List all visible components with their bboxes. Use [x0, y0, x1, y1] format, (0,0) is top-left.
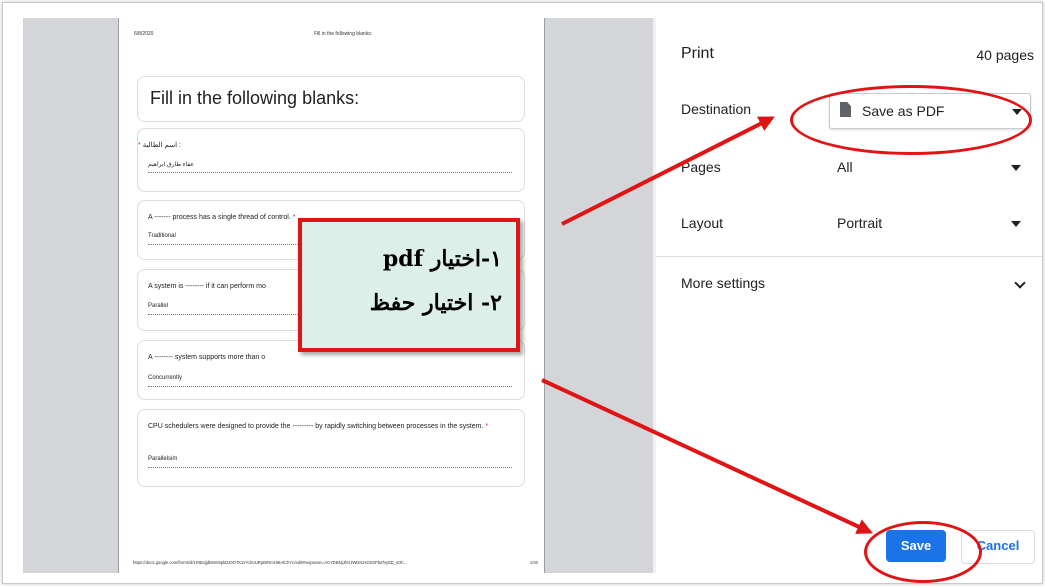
instruction-line-1: ١-اختيار pdf	[382, 246, 502, 272]
destination-label: Destination	[681, 101, 752, 117]
question-card: CPU schedulers were designed to provide …	[137, 409, 525, 487]
answer-underline	[148, 386, 512, 387]
answer-text: Parallel	[148, 303, 169, 309]
answer-underline	[148, 172, 512, 173]
panel-title: Print	[681, 45, 714, 62]
layout-label: Layout	[681, 215, 724, 231]
page-header-title: Fill in the following blanks:	[314, 31, 373, 37]
answer-text: Concurrently	[148, 375, 183, 381]
question-text: * اسم الطالبة :	[138, 142, 181, 149]
save-highlight-ring	[864, 521, 982, 583]
question-text: A -------- system supports more than o	[148, 354, 266, 361]
section-divider	[656, 256, 1042, 257]
answer-underline	[148, 467, 512, 468]
pages-label: Pages	[681, 159, 721, 175]
dropdown-arrow-icon	[1011, 165, 1021, 171]
layout-select[interactable]: Portrait	[829, 206, 1029, 240]
pages-value: All	[837, 159, 853, 175]
answer-text: Traditional	[148, 233, 176, 239]
pages-select[interactable]: All	[829, 150, 1029, 184]
more-settings-toggle[interactable]: More settings	[681, 275, 765, 291]
answer-text: عفاء طارق ابراهيم	[148, 162, 195, 168]
question-card: * اسم الطالبة : عفاء طارق ابراهيم	[137, 128, 525, 192]
form-title: Fill in the following blanks:	[150, 88, 360, 108]
page-footer-url: https://docs.google.com/forms/d/1RIBvjjd…	[133, 560, 408, 565]
instruction-line-2: ٢- اختيار حفظ	[369, 290, 502, 316]
dropdown-arrow-icon	[1011, 221, 1021, 227]
form-title-card: Fill in the following blanks:	[137, 76, 525, 122]
answer-text: Parallelsim	[148, 456, 178, 462]
chevron-down-icon[interactable]	[1014, 277, 1026, 289]
page-footer-number: 1/40	[529, 560, 538, 565]
page-count: 40 pages	[976, 47, 1034, 63]
instruction-callout: ١-اختيار pdf ٢- اختيار حفظ	[298, 218, 520, 352]
destination-highlight-ring	[790, 85, 1032, 155]
layout-value: Portrait	[837, 215, 883, 231]
question-text: CPU schedulers were designed to provide …	[148, 423, 489, 430]
page-header-date: 6/8/2020	[134, 31, 154, 37]
